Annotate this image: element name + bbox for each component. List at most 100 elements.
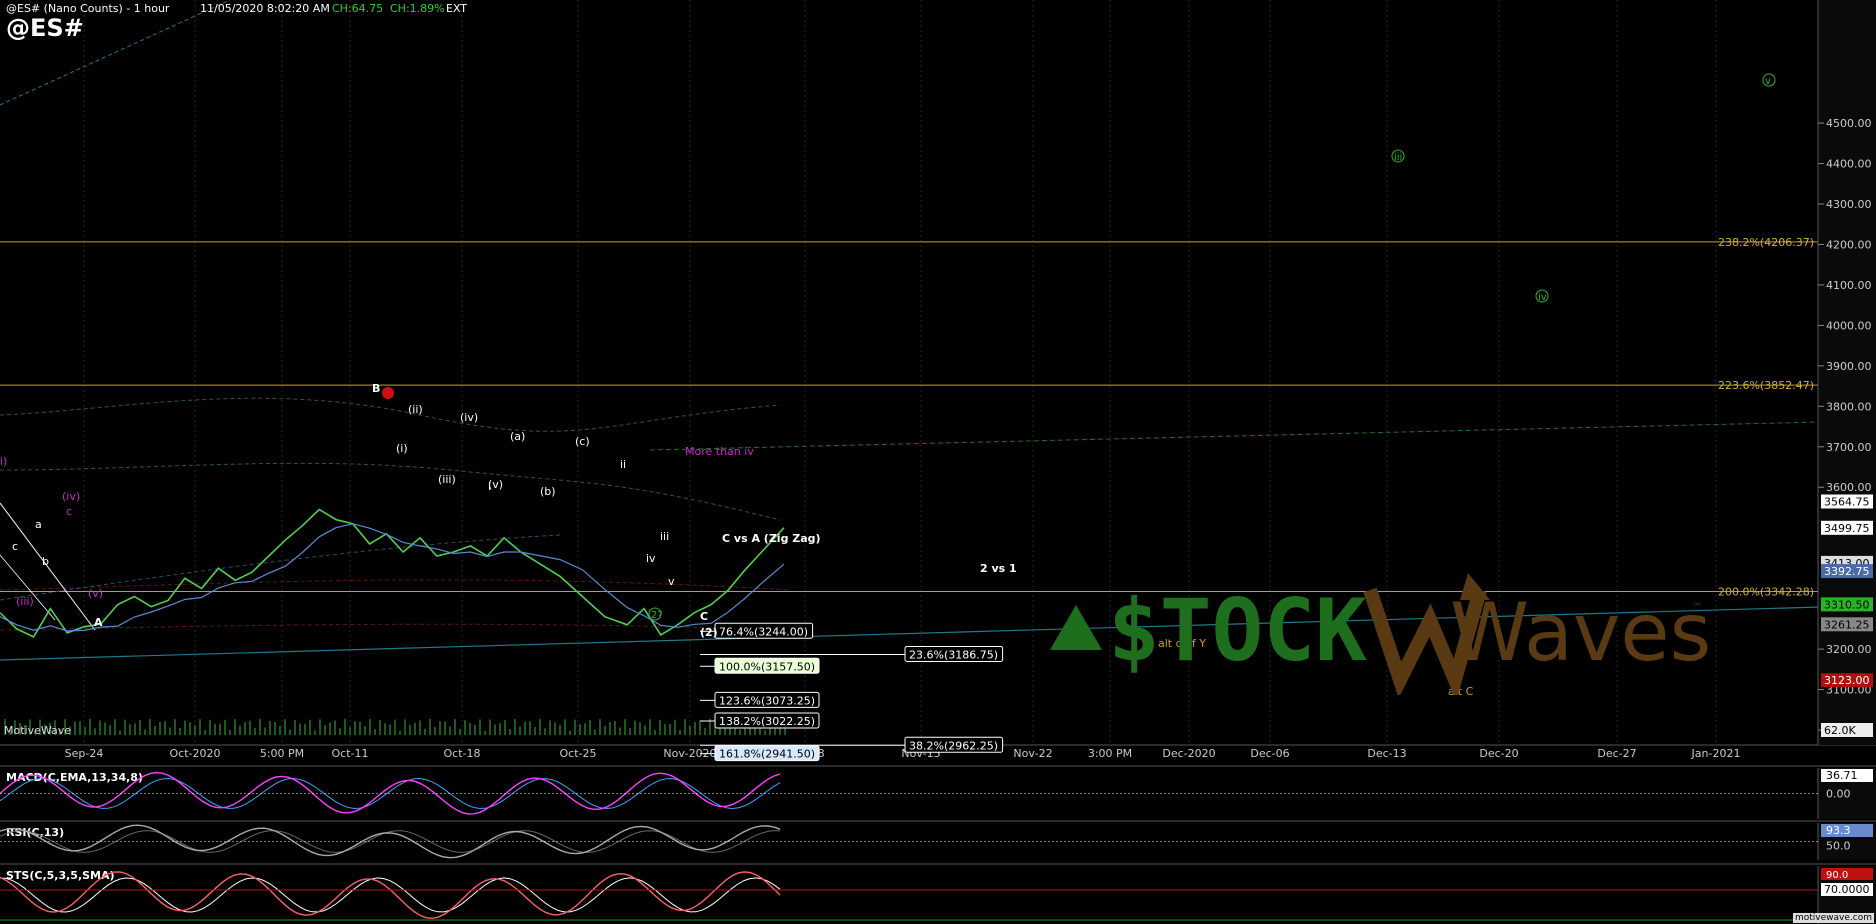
volume-bar: [614, 720, 616, 735]
volume-bar: [194, 725, 196, 735]
wave-label: v: [668, 575, 675, 588]
y-tick-label: 3200.00: [1826, 643, 1872, 656]
volume-bar: [494, 724, 496, 735]
volume-bar: [84, 727, 86, 735]
y-tick-label: 4400.00: [1826, 158, 1872, 171]
volume-bar: [684, 719, 686, 735]
volume-bar: [469, 722, 471, 735]
price-chart[interactable]: 238.2%(4206.37) 223.6%(3852.47) 200.0%(334…: [0, 0, 1876, 924]
wave-label: (a): [510, 430, 525, 443]
target-label: 123.6%(3073.25): [719, 694, 815, 707]
volume-bar: [204, 730, 206, 735]
wave-label: (i): [396, 442, 408, 455]
wave-label: A: [94, 616, 103, 629]
magenta-wave-label: i): [0, 455, 7, 468]
volume-bar: [214, 723, 216, 735]
volume-bar: [169, 727, 171, 735]
volume-bar: [529, 721, 531, 735]
x-tick-label: 3:00 PM: [1088, 747, 1132, 760]
wave-label: B: [372, 382, 380, 395]
indicator-value: 70.0000: [1824, 883, 1870, 896]
volume-bar: [229, 729, 231, 735]
x-tick-label: Oct-25: [560, 747, 597, 760]
volume-bar: [384, 723, 386, 735]
volume-bar: [599, 719, 601, 735]
wave-label: (b): [540, 485, 556, 498]
wave-label: b: [42, 555, 49, 568]
volume-bar: [649, 719, 651, 735]
volume-bar: [329, 722, 331, 735]
volume-bar: [539, 719, 541, 735]
volume-bar: [224, 719, 226, 735]
volume-bar: [359, 721, 361, 735]
volume-bar: [179, 727, 181, 735]
volume-bar: [119, 730, 121, 735]
volume-bar: [344, 719, 346, 735]
wave-label: (c): [575, 435, 590, 448]
volume-bar: [149, 719, 151, 735]
x-tick-label: Oct-11: [332, 747, 369, 760]
volume-bar: [124, 719, 126, 735]
magenta-wave-label: (iii): [16, 595, 34, 608]
volume-bar: [249, 720, 251, 735]
volume-bar: [234, 719, 236, 735]
x-tick-label: 5:00 PM: [260, 747, 304, 760]
volume-bar: [534, 726, 536, 735]
y-tick-label: 4200.00: [1826, 238, 1872, 251]
watermark-right: Waves: [1450, 586, 1711, 679]
green-wave-label: iii: [1394, 152, 1402, 163]
wave-label: (iii): [438, 473, 456, 486]
fib-level-label: 223.6%(3852.47): [1718, 379, 1814, 392]
volume-bar: [434, 726, 436, 735]
volume-bar: [444, 721, 446, 735]
indicator-value: 93.3: [1826, 824, 1851, 837]
x-tick-label: Dec-20: [1479, 747, 1518, 760]
volume-bar: [174, 719, 176, 735]
volume-bar: [109, 725, 111, 735]
change-pts-text: CH:64.75: [332, 2, 384, 15]
volume-bar: [489, 719, 491, 735]
volume-bar: [429, 719, 431, 735]
volume-bar: [284, 719, 286, 735]
x-tick-label: Dec-2020: [1162, 747, 1215, 760]
volume-bar: [134, 723, 136, 735]
target-label: 100.0%(3157.50): [719, 660, 815, 673]
volume-bar: [349, 727, 351, 735]
volume-bar: [659, 719, 661, 735]
magenta-wave-label: (iv): [62, 490, 80, 503]
chart-symbol-title: @ES#: [6, 14, 84, 42]
volume-bar: [699, 720, 701, 735]
volume-bar: [474, 724, 476, 735]
indicator-zero-label: 0.00: [1826, 788, 1851, 801]
volume-bar: [264, 727, 266, 735]
green-wave-label: iv: [1538, 292, 1547, 303]
watermark-tm: ™: [1692, 602, 1702, 613]
volume-bar: [374, 729, 376, 735]
volume-bar: [484, 730, 486, 735]
wave-label: (2): [700, 626, 718, 639]
volume-bar: [439, 721, 441, 735]
volume-bar: [219, 723, 221, 735]
volume-bar: [94, 728, 96, 735]
volume-bar: [209, 719, 211, 735]
price-badge-label: 3564.75: [1824, 496, 1870, 509]
volume-bar: [299, 723, 301, 735]
y-tick-label: 4300.00: [1826, 198, 1872, 211]
volume-bar: [159, 721, 161, 735]
y-tick-label: 4000.00: [1826, 319, 1872, 332]
volume-bar: [409, 724, 411, 735]
volume-bar: [634, 720, 636, 735]
price-badge-label: 3310.50: [1824, 598, 1870, 611]
wave-label: i: [488, 480, 491, 493]
volume-bar: [259, 719, 261, 735]
volume-bar: [99, 720, 101, 735]
x-tick-label: Dec-06: [1250, 747, 1289, 760]
volume-bar: [654, 730, 656, 735]
volume-bar: [314, 730, 316, 735]
volume-bar: [714, 727, 716, 735]
volume-bar: [104, 722, 106, 735]
volume-bar: [574, 719, 576, 735]
volume-bar: [404, 719, 406, 735]
volume-bar: [584, 723, 586, 735]
volume-bar: [79, 721, 81, 735]
